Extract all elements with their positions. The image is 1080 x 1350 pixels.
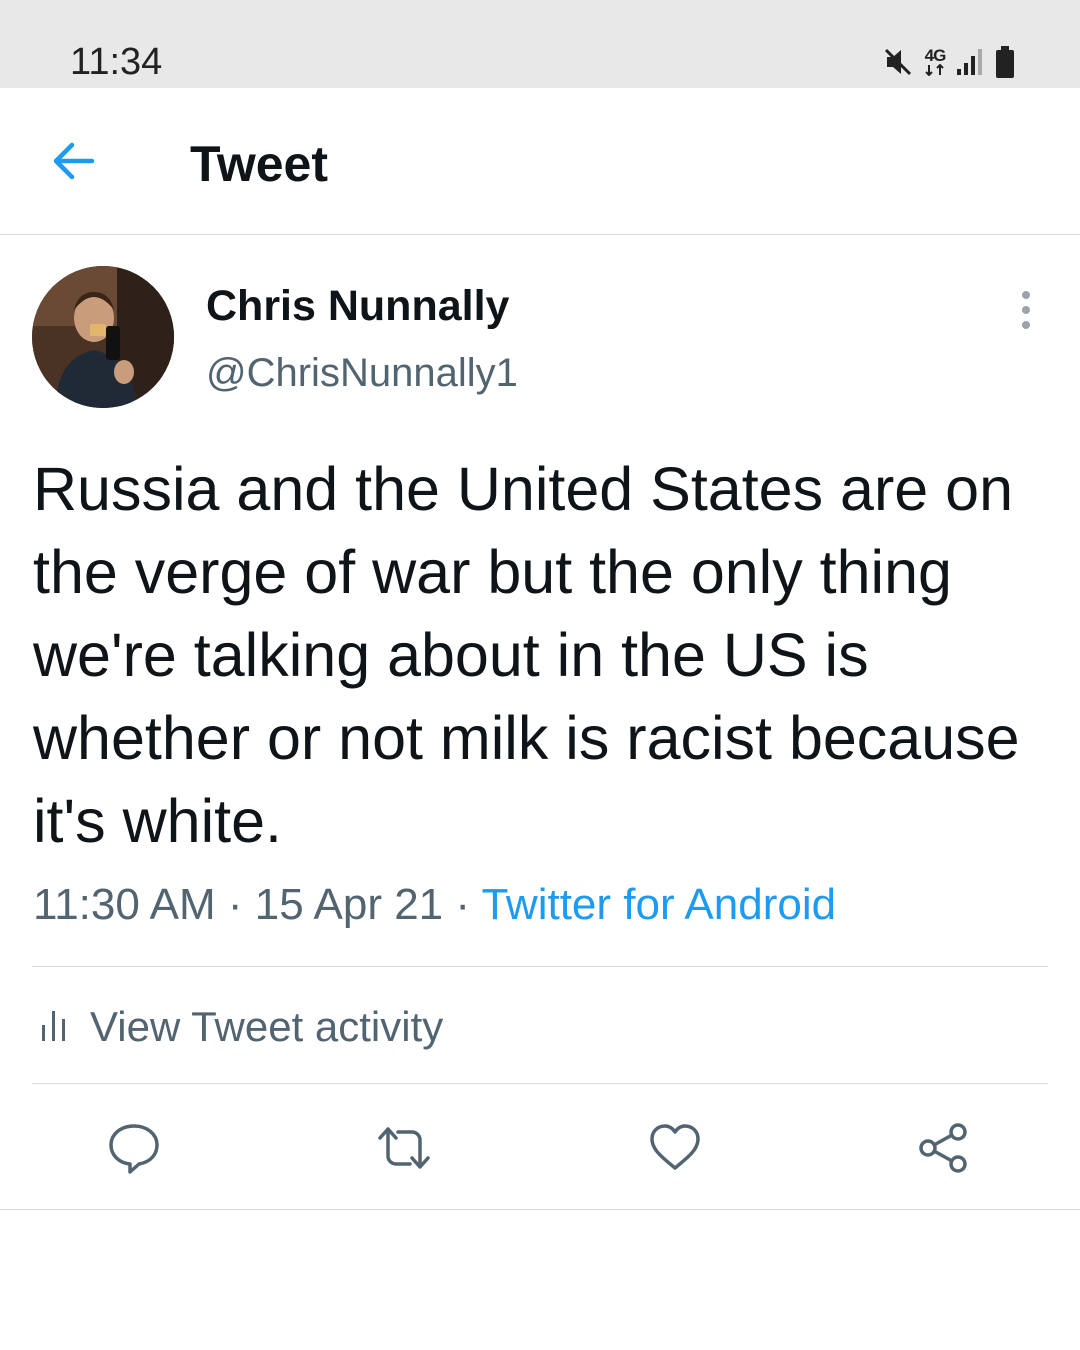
avatar[interactable] bbox=[32, 266, 174, 408]
reply-button[interactable] bbox=[106, 1120, 162, 1176]
like-button[interactable] bbox=[647, 1120, 703, 1176]
retweet-icon bbox=[374, 1127, 434, 1180]
more-options-button[interactable] bbox=[1008, 288, 1044, 332]
like-icon bbox=[647, 1124, 703, 1180]
share-icon bbox=[916, 1123, 972, 1180]
meta-separator: · bbox=[227, 880, 243, 929]
page-title: Tweet bbox=[190, 136, 328, 192]
author-handle[interactable]: @ChrisNunnally1 bbox=[206, 350, 518, 396]
divider bbox=[32, 1083, 1048, 1084]
tweet-text: Russia and the United States are on the … bbox=[33, 455, 1020, 855]
more-vertical-icon bbox=[1008, 291, 1044, 336]
battery-icon bbox=[994, 45, 1016, 79]
status-bar: 11:34 4G bbox=[0, 0, 1080, 88]
divider bbox=[0, 1209, 1080, 1210]
divider bbox=[32, 966, 1048, 967]
tweet-date: 15 Apr 21 bbox=[254, 880, 444, 929]
share-button[interactable] bbox=[916, 1120, 972, 1176]
signal-icon bbox=[956, 47, 984, 77]
tweet-time: 11:30 AM bbox=[33, 880, 216, 929]
network-4g-icon: 4G bbox=[924, 46, 947, 76]
meta-separator: · bbox=[455, 880, 471, 929]
tweet-meta: 11:30 AM · 15 Apr 21 · Twitter for Andro… bbox=[33, 880, 836, 930]
status-time: 11:34 bbox=[70, 41, 163, 83]
view-tweet-activity-label: View Tweet activity bbox=[90, 1003, 444, 1050]
back-button[interactable] bbox=[48, 136, 102, 186]
reply-icon bbox=[106, 1124, 162, 1180]
tweet-source-link[interactable]: Twitter for Android bbox=[481, 880, 836, 929]
author-name[interactable]: Chris Nunnally bbox=[206, 282, 509, 330]
network-label: 4G bbox=[924, 46, 947, 65]
back-arrow-icon bbox=[48, 142, 102, 190]
retweet-button[interactable] bbox=[374, 1120, 430, 1176]
status-icons: 4G bbox=[882, 42, 1016, 82]
app-header: Tweet bbox=[0, 88, 1080, 235]
mute-icon bbox=[882, 46, 914, 78]
bar-chart-icon bbox=[40, 1007, 68, 1048]
view-tweet-activity-button[interactable]: View Tweet activity bbox=[40, 1003, 443, 1051]
